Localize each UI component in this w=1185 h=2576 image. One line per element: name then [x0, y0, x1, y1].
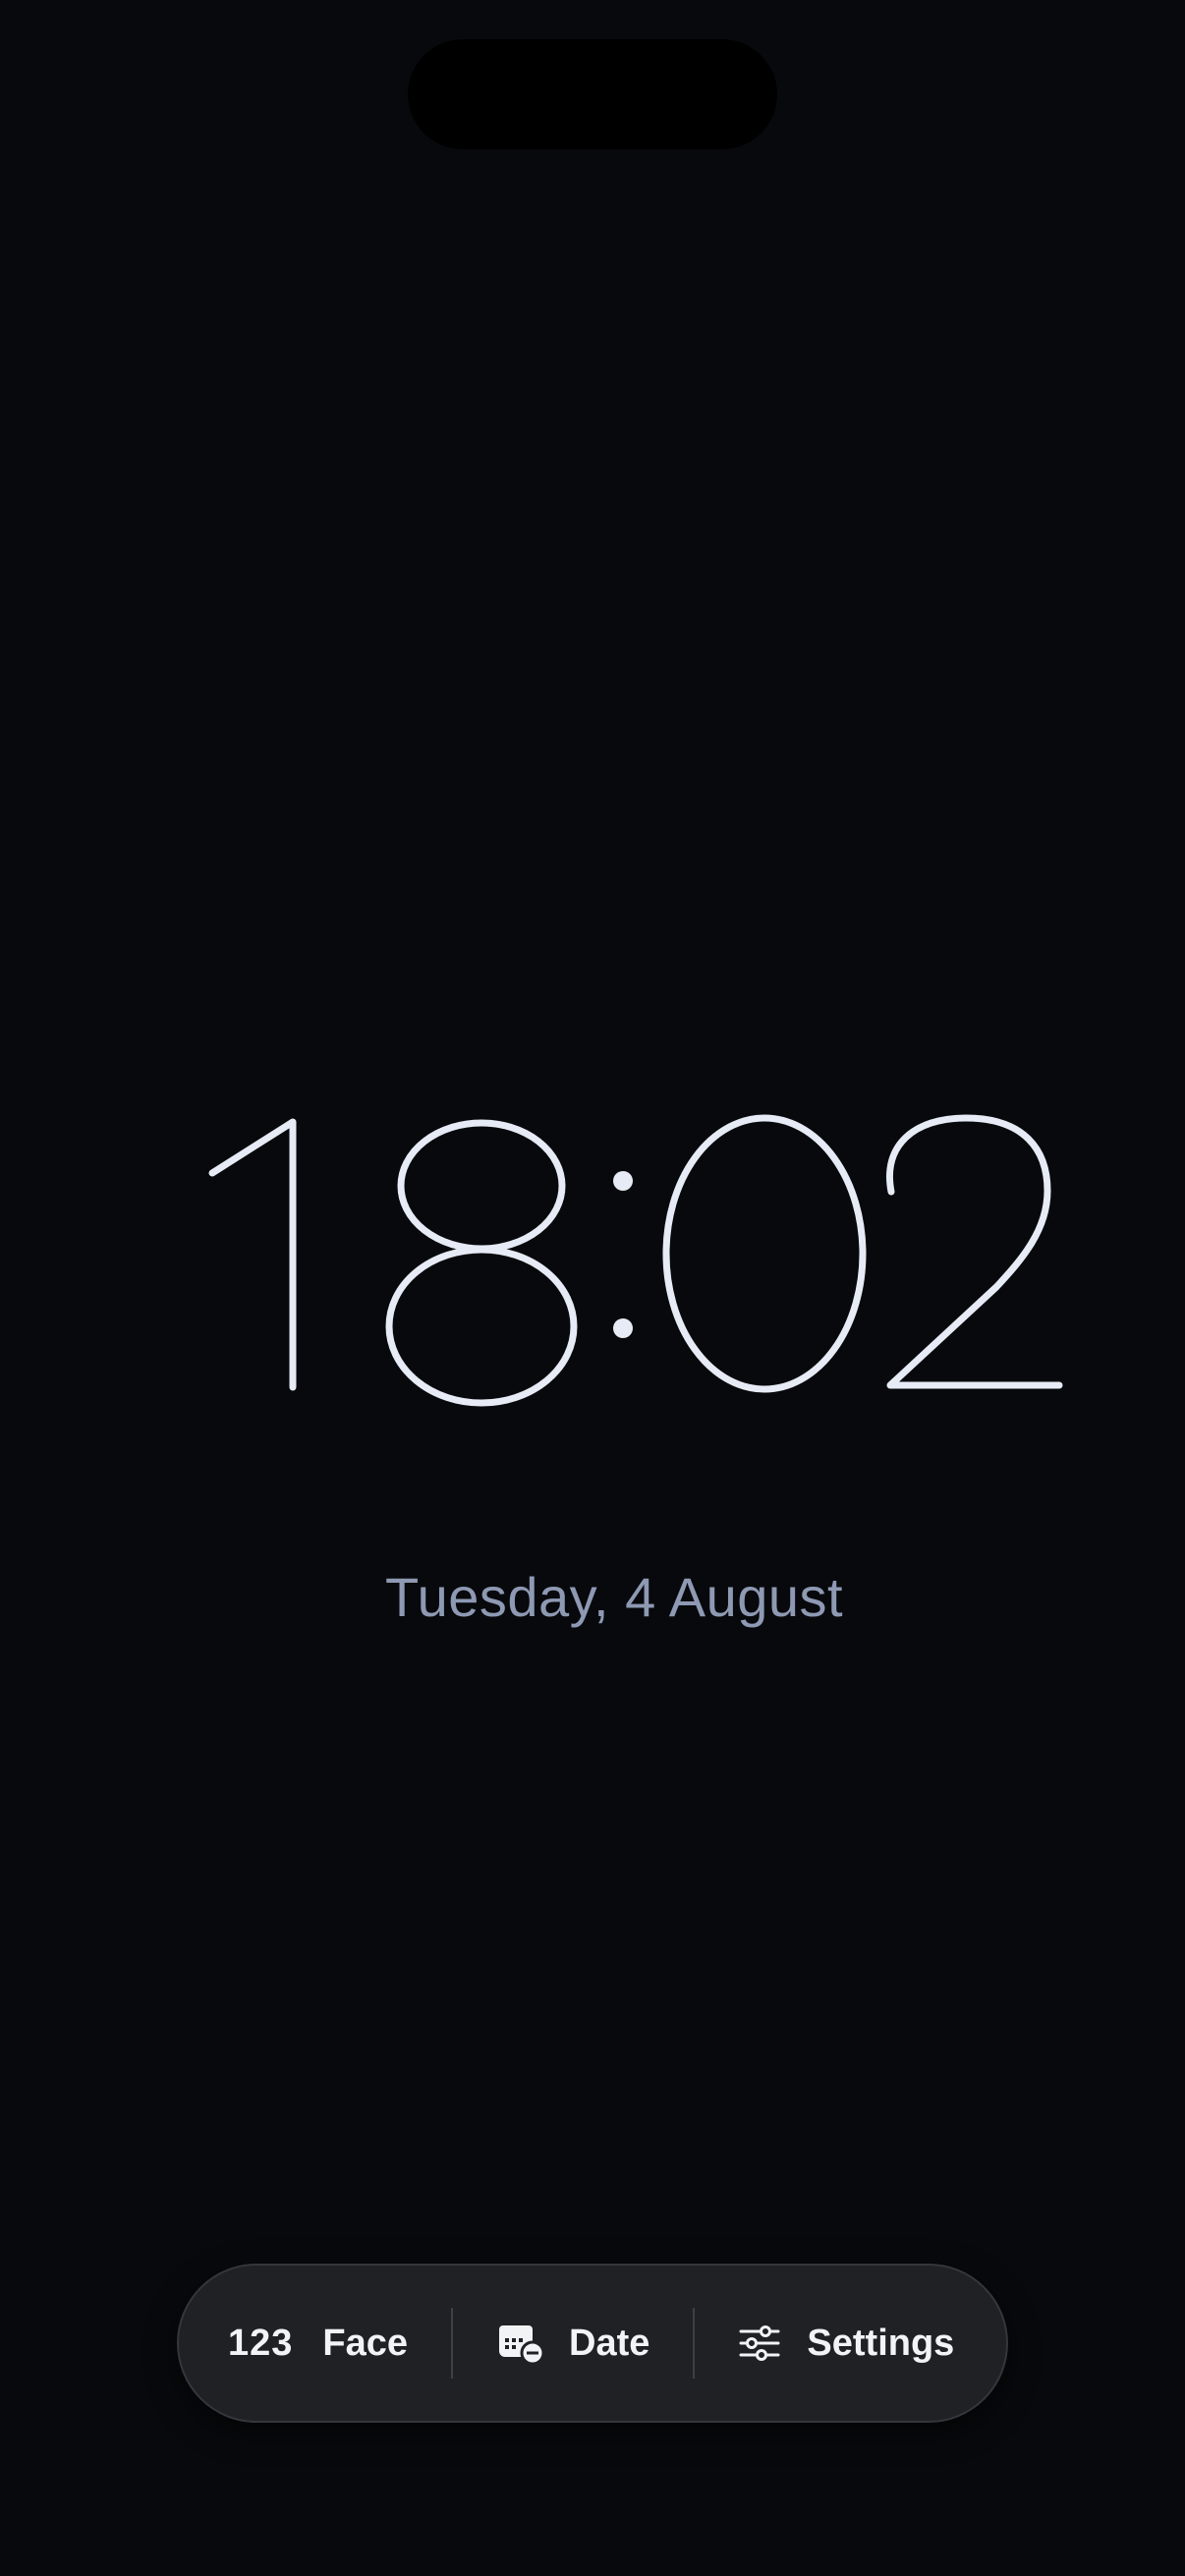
date-label: Tuesday, 4 August — [384, 1566, 844, 1628]
date-button-label: Date — [569, 2322, 650, 2364]
clock-digits — [208, 1114, 1063, 1407]
colon-dot-bottom — [613, 1318, 633, 1338]
face-button-label: Face — [322, 2322, 409, 2364]
clock: 18:02 — [0, 1071, 1185, 1425]
face-button[interactable]: 123 Face — [179, 2266, 451, 2421]
bottom-toolbar: 123 Face Date Settings — [177, 2264, 1008, 2423]
digit-8 — [385, 1119, 578, 1407]
sliders-icon — [738, 2324, 781, 2363]
digit-1 — [208, 1118, 297, 1391]
colon-dot-top — [613, 1171, 633, 1191]
dynamic-island — [408, 39, 777, 149]
settings-button-label: Settings — [807, 2322, 955, 2364]
digit-2 — [886, 1114, 1063, 1389]
digit-0 — [662, 1114, 867, 1393]
date-button[interactable]: Date — [453, 2266, 693, 2421]
calendar-icon — [496, 2322, 545, 2366]
face-number-badge: 123 — [228, 2322, 294, 2364]
settings-button[interactable]: Settings — [695, 2266, 954, 2421]
